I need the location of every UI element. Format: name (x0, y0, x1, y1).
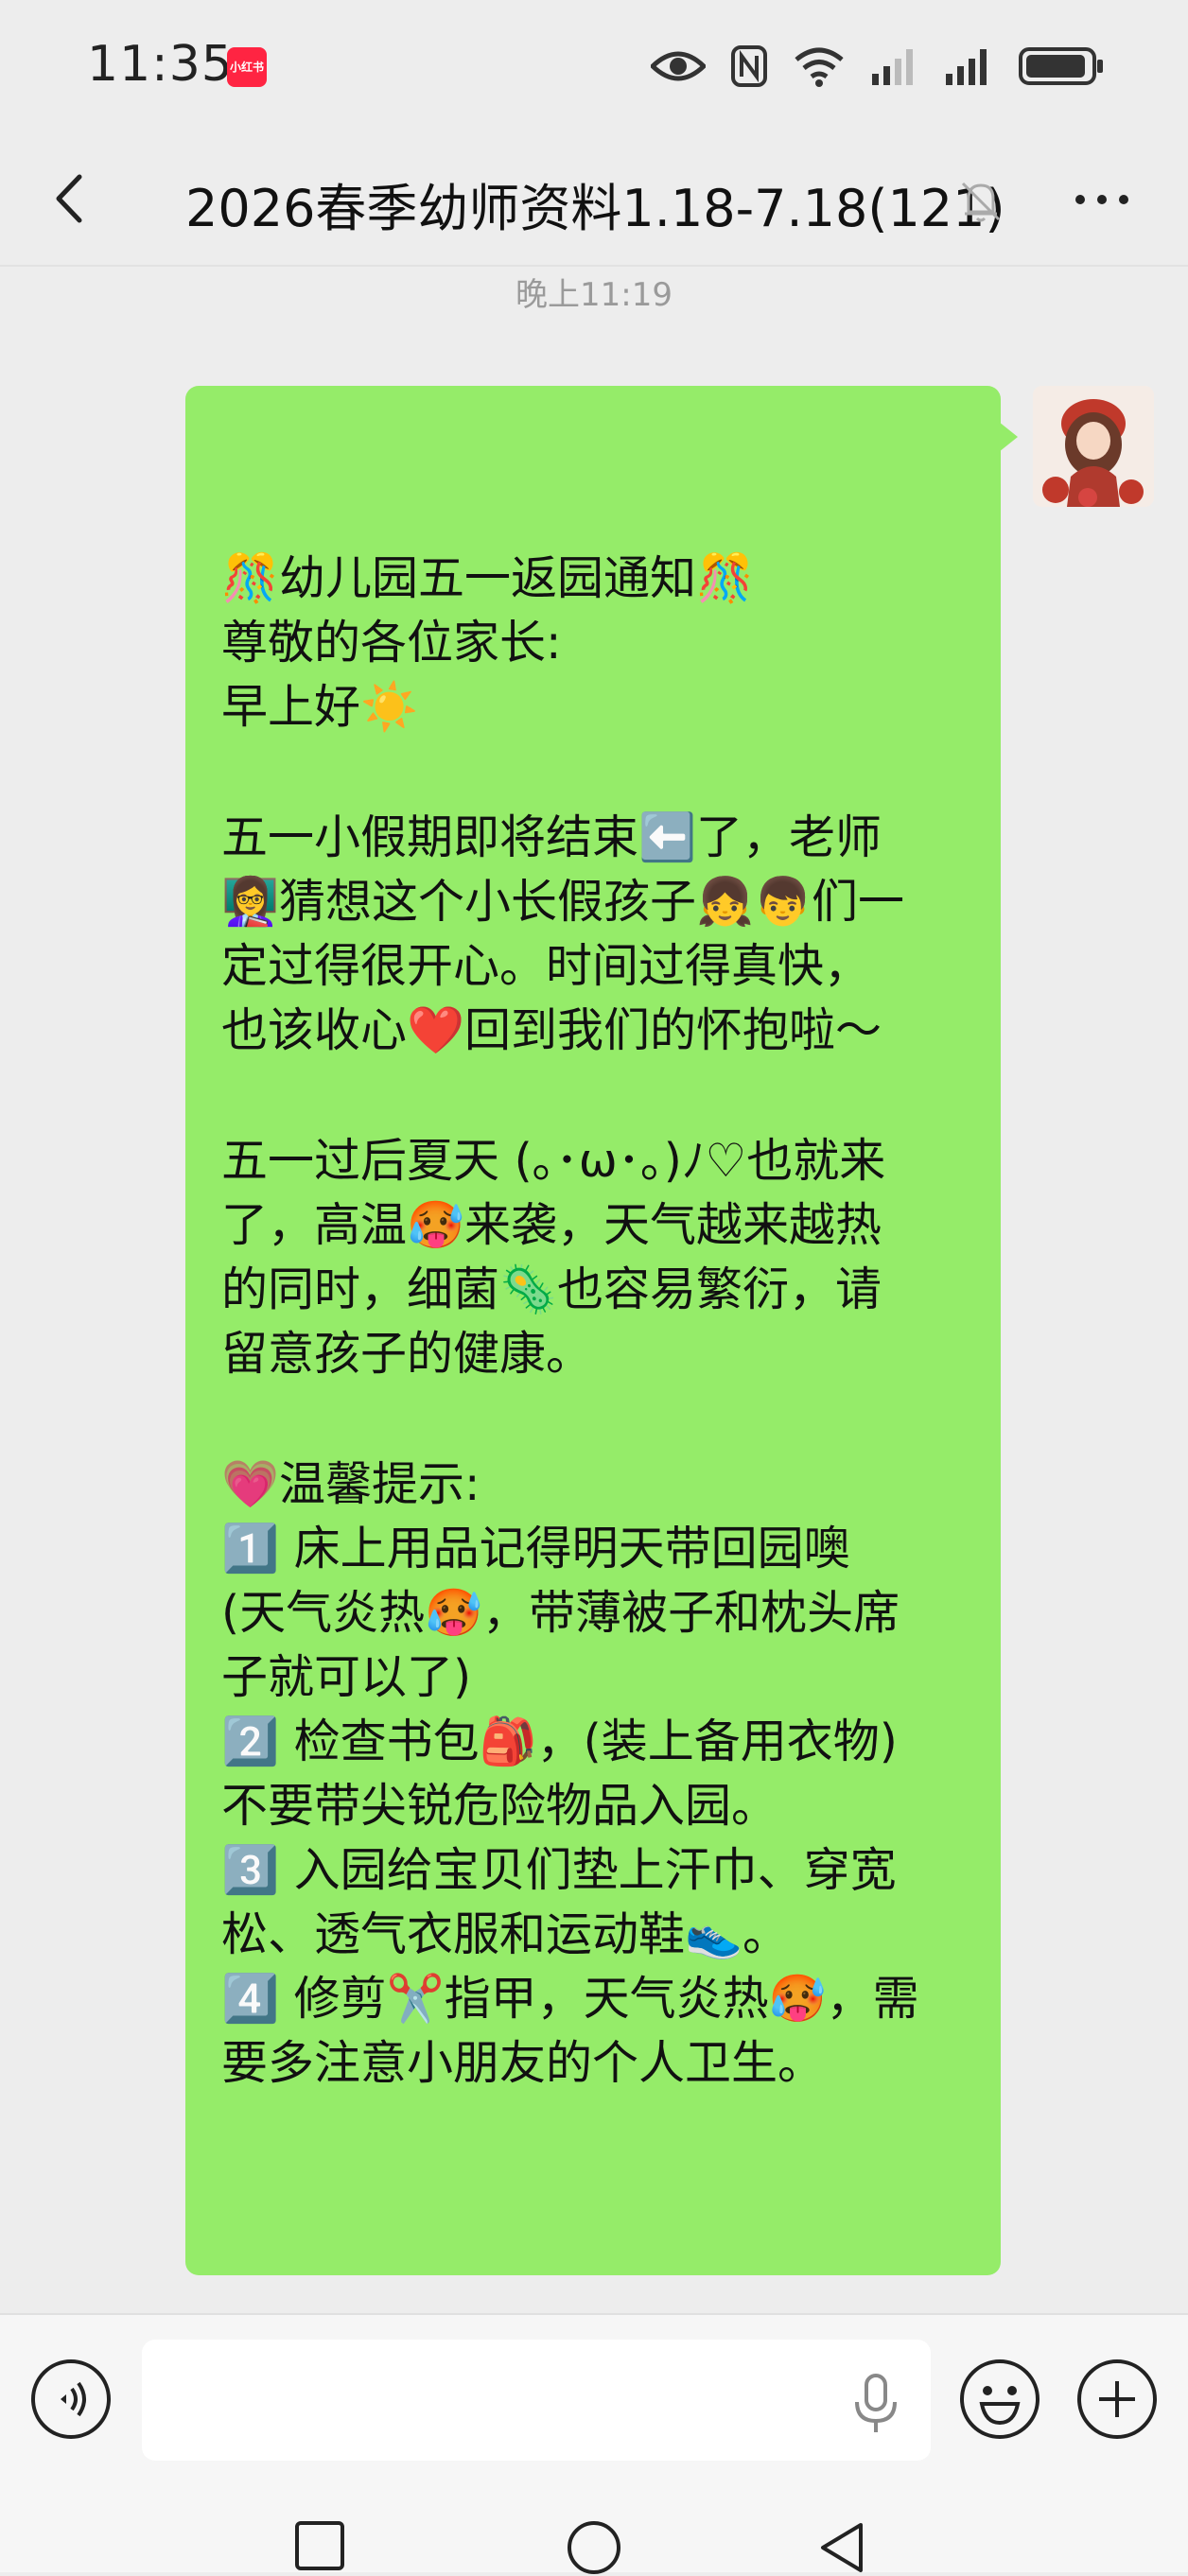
bubble-tail (999, 422, 1018, 452)
back-button[interactable] (38, 165, 104, 232)
signal-1-icon (872, 49, 913, 85)
message-line: 1️⃣ 床上用品记得明天带回园噢 (221, 1522, 850, 1575)
message-line: 五一过后夏天 (｡･ω･｡)ﾉ♡也就来 (221, 1134, 886, 1188)
chat-header: 2026春季幼师资料1.18-7.18(121) (0, 132, 1188, 267)
message-line: 3️⃣ 入园给宝贝们垫上汗巾、穿宽 (221, 1843, 897, 1897)
message-line: 不要带尖锐危险物品入园。 (221, 1779, 778, 1833)
message-line: 子就可以了) (221, 1650, 472, 1704)
message-line: 五一小假期即将结束⬅️了，老师 (221, 810, 882, 864)
message-line: 👩‍🏫猜想这个小长假孩子👧👦们一 (221, 875, 905, 929)
plus-icon[interactable] (1074, 2357, 1160, 2442)
bell-muted-icon (961, 182, 1001, 222)
message-line: 💗温馨提示: (221, 1457, 480, 1511)
avatar[interactable] (1033, 386, 1154, 507)
status-bar: 11:35 小红书 (0, 0, 1188, 132)
system-nav-bar (0, 2483, 1188, 2574)
message-line: 也该收心❤️回到我们的怀抱啦～ (221, 1003, 882, 1057)
status-time: 11:35 (87, 36, 234, 93)
message-bubble[interactable]: 🎊幼儿园五一返园通知🎊 尊敬的各位家长: 早上好☀️ 五一小假期即将结束⬅️了，老师 👩… (185, 386, 1001, 2275)
message-line: 4️⃣ 修剪✂️指甲，天气炎热🥵，需 (221, 1972, 919, 2026)
battery-icon (1019, 47, 1103, 85)
nfc-icon (731, 45, 767, 87)
triangle-back-icon[interactable] (815, 2521, 868, 2574)
message-line: 尊敬的各位家长: (221, 616, 562, 670)
input-bar (0, 2313, 1188, 2485)
message-line: 要多注意小朋友的个人卫生。 (221, 2036, 825, 2090)
message-line: 留意孩子的健康。 (221, 1327, 593, 1381)
emoji-icon[interactable] (957, 2357, 1042, 2442)
app-notification-badge: 小红书 (227, 47, 267, 87)
more-options-button[interactable] (1069, 176, 1135, 223)
circle-icon[interactable] (566, 2519, 622, 2576)
square-icon[interactable] (293, 2519, 346, 2572)
wifi-icon (795, 47, 844, 87)
message-input[interactable] (142, 2340, 931, 2461)
message-line: 的同时，细菌🦠也容易繁衍，请 (221, 1262, 882, 1316)
message-line (221, 1063, 963, 1129)
message-timestamp: 晚上11:19 (515, 276, 673, 314)
chat-title[interactable]: 2026春季幼师资料1.18-7.18(121) (185, 166, 1005, 241)
message-line: 🎊幼儿园五一返园通知🎊 (221, 551, 755, 605)
message-line (221, 740, 963, 806)
message-line: 2️⃣ 检查书包🎒，(装上备用衣物) (221, 1714, 898, 1768)
message-line: 了，高温🥵来袭，天气越来越热 (221, 1198, 882, 1252)
message-line: 松、透气衣服和运动鞋👟。 (221, 1907, 790, 1961)
eye-icon (651, 51, 706, 81)
message-line: 定过得很开心。时间过得真快， (221, 939, 871, 993)
message-line: (天气炎热🥵，带薄被子和枕头席 (221, 1586, 900, 1640)
message-line (221, 1386, 963, 1453)
voice-icon[interactable] (28, 2357, 114, 2442)
microphone-icon[interactable] (847, 2370, 904, 2436)
signal-2-icon (946, 49, 987, 85)
message-line: 早上好☀️ (221, 680, 419, 734)
